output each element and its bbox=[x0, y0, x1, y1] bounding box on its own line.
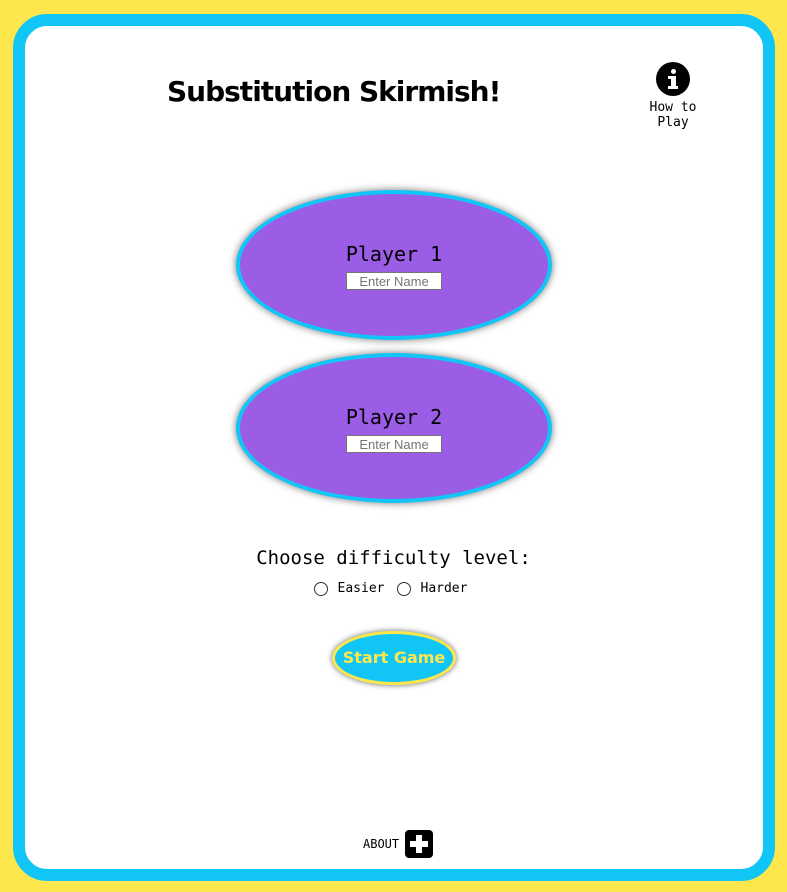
player-2-card: Player 2 bbox=[236, 353, 552, 503]
easier-label[interactable]: Easier bbox=[338, 581, 385, 596]
difficulty-options: Easier Harder bbox=[0, 581, 787, 596]
player-1-name-input[interactable] bbox=[346, 272, 442, 290]
harder-radio[interactable] bbox=[396, 581, 411, 596]
difficulty-label: Choose difficulty level: bbox=[256, 547, 531, 569]
about-label[interactable]: ABOUT bbox=[363, 837, 399, 851]
page-title: Substitution Skirmish! bbox=[167, 75, 501, 108]
difficulty-section: Choose difficulty level: Easier Harder bbox=[0, 545, 787, 596]
plus-square-icon[interactable] bbox=[405, 830, 434, 858]
about-link[interactable]: ABOUT bbox=[363, 830, 434, 858]
harder-label[interactable]: Harder bbox=[421, 581, 468, 596]
easier-radio[interactable] bbox=[313, 581, 328, 596]
info-circle-icon[interactable] bbox=[656, 62, 690, 96]
player-2-label: Player 2 bbox=[345, 405, 443, 429]
start-game-button[interactable]: Start Game bbox=[332, 631, 456, 685]
how-to-play-button[interactable]: How to Play bbox=[630, 62, 716, 130]
player-1-label: Player 1 bbox=[345, 242, 443, 266]
player-2-name-input[interactable] bbox=[346, 435, 442, 453]
how-to-play-label[interactable]: How to Play bbox=[630, 100, 716, 130]
player-1-card: Player 1 bbox=[236, 190, 552, 340]
